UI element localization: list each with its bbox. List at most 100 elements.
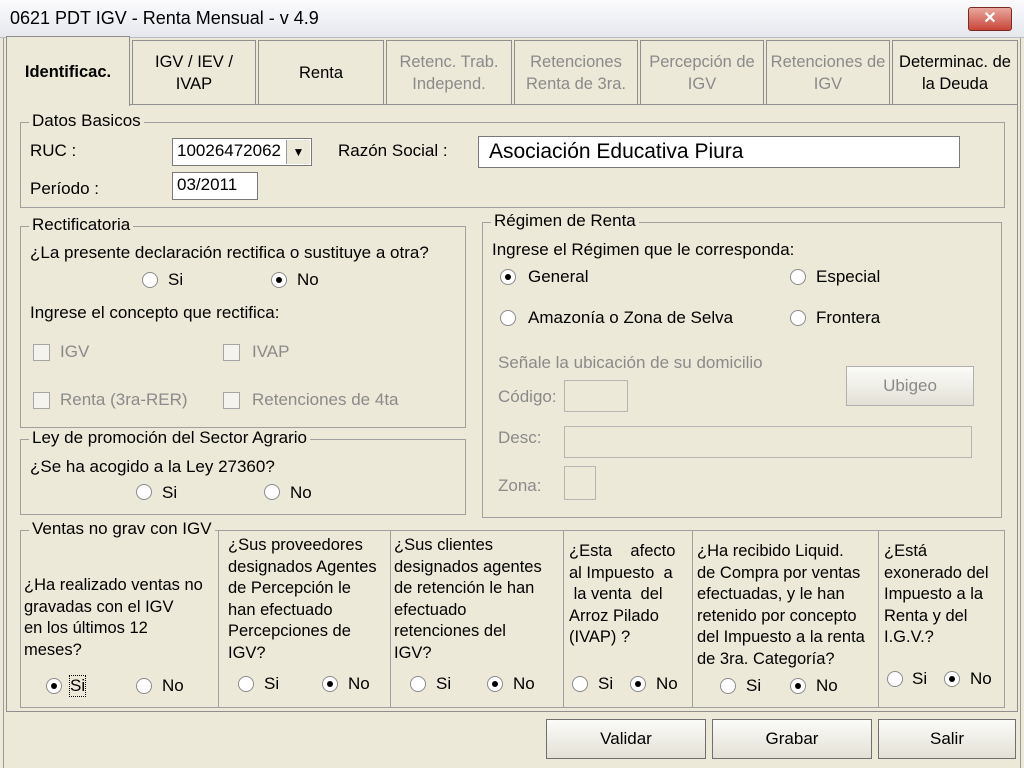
concepto-label: Ingrese el concepto que rectifica: <box>30 303 280 322</box>
tab-retenc-trab-independ[interactable]: Retenc. Trab. Independ. <box>386 40 512 104</box>
regimen-especial-radio[interactable] <box>790 269 806 285</box>
zona-label: Zona: <box>498 476 542 495</box>
rectifica-si-radio[interactable] <box>142 272 158 288</box>
desc-field[interactable] <box>564 426 972 458</box>
ubigeo-button[interactable]: Ubigeo <box>846 366 974 406</box>
tab-label-line1: Retenc. Trab. <box>399 52 499 71</box>
igv-check-label: IGV <box>60 342 90 361</box>
liquid-si-radio[interactable] <box>720 678 736 694</box>
question-line: efectuado <box>394 600 467 619</box>
question-line: han efectuado <box>228 600 333 619</box>
ventas-no-radio[interactable] <box>136 678 152 694</box>
question-line: (IVAP) ? <box>569 628 631 646</box>
question-line: IGV? <box>228 643 266 662</box>
datos-basicos-legend: Datos Basicos <box>29 111 144 131</box>
question-line: meses? <box>24 640 82 659</box>
tab-determinac-deuda[interactable]: Determinac. de la Deuda <box>892 40 1018 104</box>
close-button[interactable]: ✕ <box>968 7 1012 31</box>
agrario-no-label: No <box>290 483 312 502</box>
retenciones-si-radio[interactable] <box>410 676 426 692</box>
ivap-si-radio[interactable] <box>572 676 588 692</box>
exonerado-si-radio[interactable] <box>887 671 903 687</box>
razon-social-field[interactable]: Asociación Educativa Piura <box>478 136 960 168</box>
periodo-field[interactable]: 03/2011 <box>172 172 258 200</box>
rectifica-si-label: Si <box>168 270 184 289</box>
question-line: Arroz Pilado <box>569 606 659 625</box>
tab-label-line2: IVAP <box>175 74 213 93</box>
ventas-no-label: No <box>162 676 184 695</box>
tab-retenciones-igv[interactable]: Retenciones de IGV <box>766 40 890 104</box>
retenciones-si-label: Si <box>436 674 452 693</box>
liquid-no-label: No <box>816 676 838 695</box>
razon-social-label: Razón Social : <box>338 141 448 160</box>
zona-field[interactable] <box>564 466 596 500</box>
question-line: IGV? <box>394 643 432 662</box>
regimen-frontera-radio[interactable] <box>790 310 806 326</box>
codigo-label: Código: <box>498 387 557 406</box>
question-line: Renta y del <box>884 606 968 625</box>
periodo-label: Período : <box>30 179 99 198</box>
regimen-legend: Régimen de Renta <box>491 211 639 231</box>
percepciones-si-radio[interactable] <box>238 676 254 692</box>
retenciones-no-radio[interactable] <box>487 676 503 692</box>
ventas-legend: Ventas no grav con IGV <box>29 519 215 539</box>
tab-label-line1: IGV / IEV / <box>155 52 233 71</box>
retenciones-4ta-checkbox[interactable] <box>223 392 240 409</box>
tab-renta[interactable]: Renta <box>258 40 384 104</box>
regimen-general-radio[interactable] <box>500 269 516 285</box>
percepciones-no-radio[interactable] <box>322 676 338 692</box>
ruc-select[interactable]: 10026472062 ▼ <box>172 138 312 166</box>
ivap-no-radio[interactable] <box>630 676 646 692</box>
tab-label: Renta <box>298 63 344 82</box>
liquid-no-radio[interactable] <box>790 678 806 694</box>
agrario-no-radio[interactable] <box>264 484 280 500</box>
ventas-si-radio[interactable] <box>46 678 62 694</box>
question-line: ¿Ha recibido Liquid. <box>697 542 844 560</box>
chevron-down-icon[interactable]: ▼ <box>286 140 310 164</box>
rectifica-no-radio[interactable] <box>271 272 287 288</box>
tab-label-line2: Renta de 3ra. <box>526 74 626 93</box>
ventas-question: ¿Ha realizado ventas no gravadas con el … <box>24 575 203 661</box>
question-line: la venta del <box>569 585 663 603</box>
igv-checkbox[interactable] <box>33 344 50 361</box>
tab-retenciones-renta-3ra[interactable]: Retenciones Renta de 3ra. <box>514 40 638 104</box>
agrario-si-radio[interactable] <box>136 484 152 500</box>
tab-igv-iev-ivap[interactable]: IGV / IEV / IVAP <box>132 40 256 104</box>
question-line: en los últimos 12 <box>24 619 148 637</box>
salir-button[interactable]: Salir <box>878 719 1016 759</box>
question-line: designados agentes <box>394 557 542 576</box>
percepciones-no-label: No <box>348 674 370 693</box>
column-divider <box>390 530 391 708</box>
tab-label-line1: Retenciones <box>530 52 622 71</box>
ivap-question: ¿Esta afecto al Impuesto a la venta del … <box>569 541 675 649</box>
tab-label-line1: Percepción de <box>649 52 755 71</box>
validar-button[interactable]: Validar <box>546 719 706 759</box>
question-line: ¿Sus proveedores <box>228 536 363 554</box>
rectificatoria-question: ¿La presente declaración rectifica o sus… <box>30 243 429 262</box>
ivap-no-label: No <box>656 674 678 693</box>
column-divider <box>878 530 879 708</box>
renta-checkbox[interactable] <box>33 392 50 409</box>
tab-identificacion[interactable]: Identificac. <box>6 36 130 106</box>
rectifica-no-label: No <box>297 270 319 289</box>
exonerado-no-radio[interactable] <box>944 671 960 687</box>
ruc-label: RUC : <box>30 141 77 160</box>
desc-label: Desc: <box>498 428 542 447</box>
tab-label-line2: IGV <box>813 74 843 93</box>
ubicacion-label: Señale la ubicación de su domicilio <box>498 353 763 372</box>
question-line: de Percepción le <box>228 579 351 597</box>
liquid-compra-question: ¿Ha recibido Liquid. de Compra por venta… <box>697 541 865 670</box>
rectificatoria-legend: Rectificatoria <box>29 215 134 235</box>
regimen-amazonia-radio[interactable] <box>500 310 516 326</box>
window-title: 0621 PDT IGV - Renta Mensual - v 4.9 <box>10 8 319 28</box>
question-line: designados Agentes <box>228 557 377 576</box>
question-line: ¿Está <box>884 542 928 560</box>
codigo-field[interactable] <box>564 380 628 412</box>
grabar-button[interactable]: Grabar <box>712 719 872 759</box>
question-line: ¿Esta afecto <box>569 542 676 560</box>
retenciones-4ta-check-label: Retenciones de 4ta <box>252 390 399 409</box>
tab-label-line1: Determinac. de <box>899 52 1011 71</box>
tab-percepcion-igv[interactable]: Percepción de IGV <box>640 40 764 104</box>
ivap-checkbox[interactable] <box>223 344 240 361</box>
tab-label: Identificac. <box>24 62 112 81</box>
